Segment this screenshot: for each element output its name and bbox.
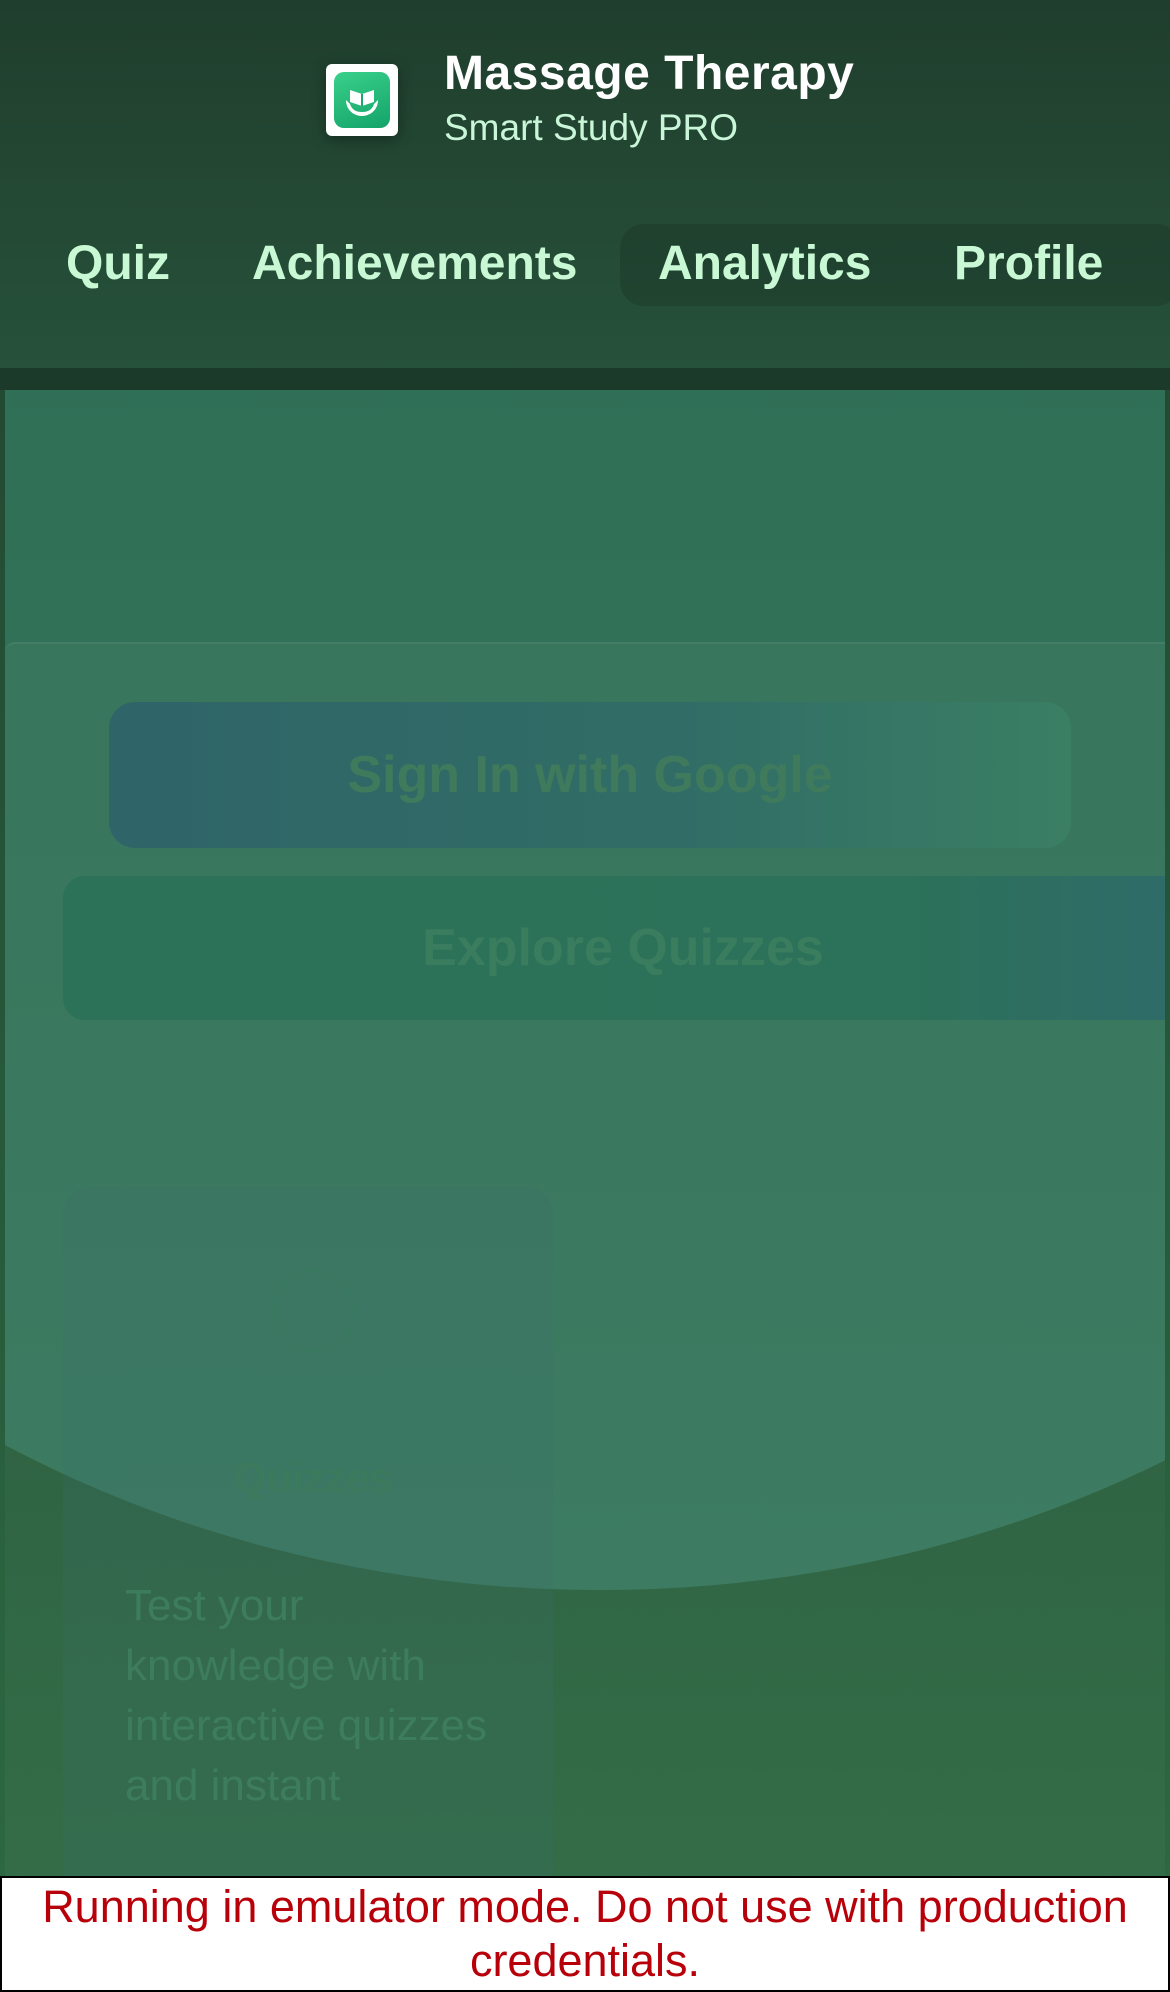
app-subtitle: Smart Study PRO [444, 107, 739, 148]
nav-item-quiz[interactable]: Quiz [66, 236, 170, 291]
brand: Massage Therapy Smart Study PRO [326, 48, 854, 152]
app-logo [326, 64, 398, 136]
explore-quizzes-button[interactable]: Explore Quizzes [63, 876, 1165, 1020]
header-divider [0, 368, 1170, 390]
top-nav: Quiz Achievements Analytics Profile [0, 222, 1170, 306]
brand-text: Massage Therapy Smart Study PRO [444, 48, 854, 152]
nav-item-achievements[interactable]: Achievements [252, 236, 577, 291]
app-header: Massage Therapy Smart Study PRO Quiz Ach… [0, 0, 1170, 368]
feature-description: Test your knowledge with interactive qui… [125, 1581, 487, 1810]
feature-card-quizzes[interactable]: Quizzes Test your knowledge with interac… [63, 1186, 553, 1876]
hands-book-icon [334, 72, 390, 128]
nav-item-analytics[interactable]: Analytics [658, 236, 871, 291]
sign-in-google-button[interactable]: Sign In with Google [109, 702, 1071, 848]
nav-item-profile[interactable]: Profile [954, 236, 1103, 291]
emulator-warning-banner: Running in emulator mode. Do not use wit… [0, 1876, 1170, 1992]
quiz-icon [271, 1268, 357, 1354]
app-title: Massage Therapy [444, 47, 855, 100]
main-content: Sign In with Google Explore Quizzes Quiz… [5, 390, 1165, 1876]
feature-title: Quizzes [233, 1454, 393, 1501]
emulator-warning-text: Running in emulator mode. Do not use wit… [42, 1881, 1128, 1986]
